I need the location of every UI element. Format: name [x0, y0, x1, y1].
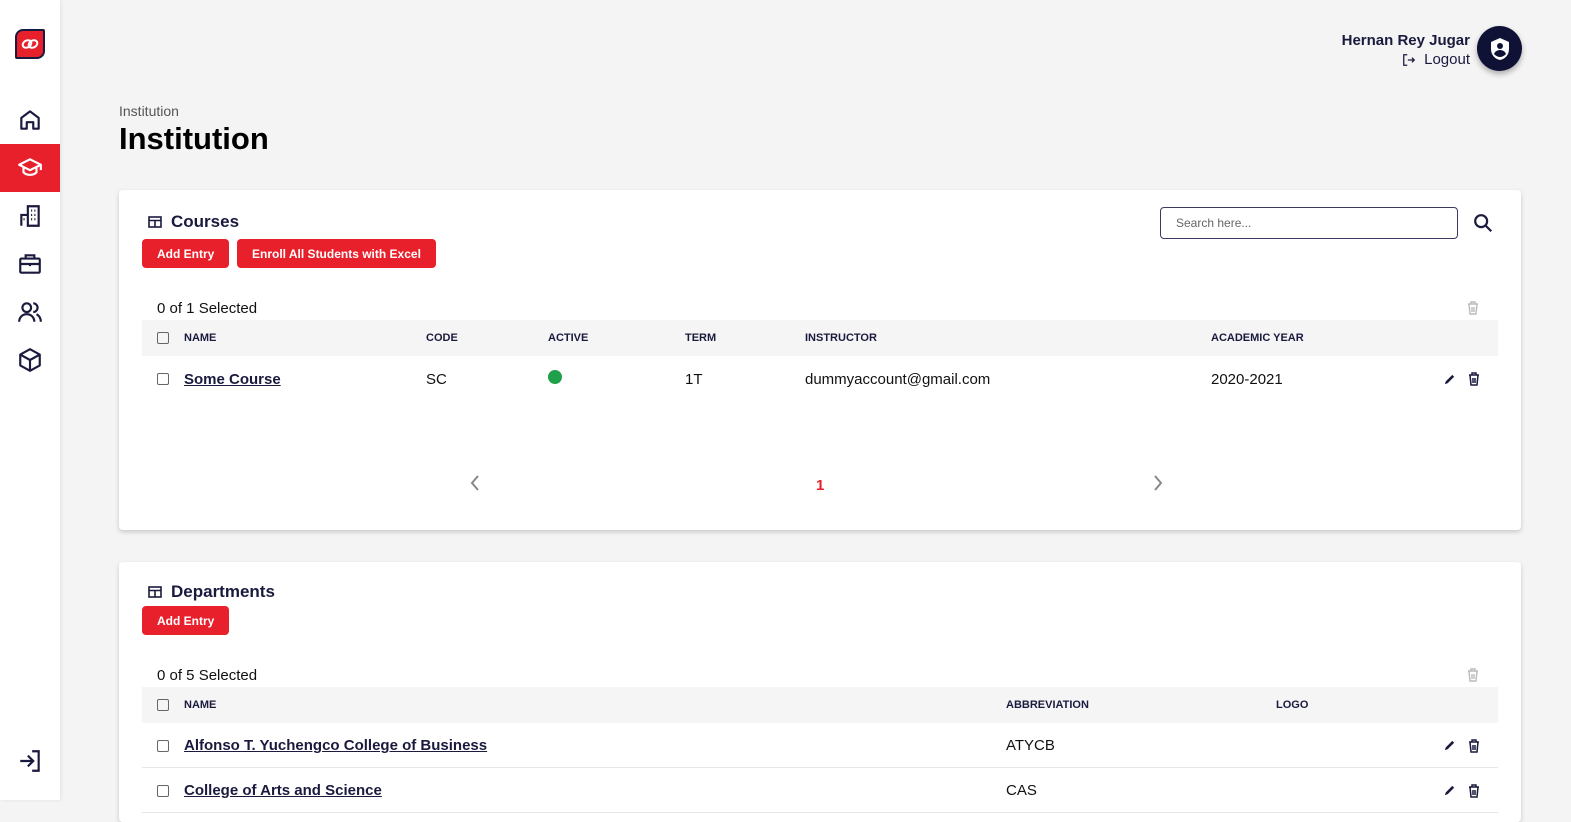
sidebar-item-institution[interactable] [0, 144, 60, 192]
table-icon [148, 586, 162, 598]
col-instructor[interactable]: INSTRUCTOR [805, 332, 1211, 344]
app-logo[interactable] [15, 29, 45, 59]
course-name-link[interactable]: Some Course [184, 371, 426, 388]
departments-card: Departments Add Entry 0 of 5 Selected NA… [119, 562, 1521, 822]
add-course-button[interactable]: Add Entry [142, 239, 230, 268]
courses-title-text: Courses [171, 212, 240, 231]
prev-page-icon[interactable] [469, 474, 481, 492]
sidebar-item-buildings[interactable] [0, 192, 60, 240]
selected-count: 0 of 1 Selected [157, 300, 258, 317]
add-department-button[interactable]: Add Entry [142, 606, 230, 635]
selected-count: 0 of 5 Selected [157, 667, 258, 684]
col-active[interactable]: ACTIVE [548, 332, 685, 344]
delete-icon[interactable] [1468, 372, 1480, 386]
enroll-excel-button[interactable]: Enroll All Students with Excel [237, 239, 436, 268]
row-checkbox[interactable] [157, 739, 169, 752]
logout-icon [20, 750, 40, 772]
user-menu: Hernan Rey Jugar Logout [1342, 32, 1470, 68]
select-all-checkbox[interactable] [157, 699, 169, 711]
building-icon [20, 205, 40, 227]
edit-icon[interactable] [1443, 739, 1456, 752]
department-name-link[interactable]: Alfonso T. Yuchengco College of Business [184, 737, 1006, 754]
departments-title: Departments [148, 582, 275, 602]
table-icon [148, 216, 162, 228]
departments-title-text: Departments [171, 582, 275, 601]
avatar[interactable] [1477, 26, 1522, 71]
delete-icon[interactable] [1468, 738, 1480, 753]
table-row: College of Arts and Science CAS [142, 769, 1498, 813]
sidebar-item-packages[interactable] [0, 336, 60, 384]
sidebar [0, 0, 60, 800]
link-logo-icon [21, 39, 39, 49]
select-all-checkbox[interactable] [157, 332, 169, 344]
courses-title: Courses [148, 212, 239, 232]
row-checkbox[interactable] [157, 373, 169, 385]
page-number[interactable]: 1 [816, 477, 824, 494]
departments-table-header: NAME ABBREVIATION LOGO [142, 687, 1498, 723]
sidebar-logout[interactable] [0, 737, 60, 785]
active-status-dot [548, 370, 562, 384]
users-icon [18, 302, 42, 322]
box-icon [19, 348, 41, 372]
table-row: Some Course SC 1T dummyaccount@gmail.com… [142, 357, 1498, 401]
col-code[interactable]: CODE [426, 332, 548, 344]
delete-icon[interactable] [1468, 783, 1480, 798]
courses-table-header: NAME CODE ACTIVE TERM INSTRUCTOR ACADEMI… [142, 320, 1498, 356]
edit-icon[interactable] [1443, 373, 1456, 386]
col-logo[interactable]: LOGO [1276, 699, 1376, 711]
col-abbreviation[interactable]: ABBREVIATION [1006, 699, 1276, 711]
department-abbr: ATYCB [1006, 737, 1055, 754]
col-name[interactable]: NAME [184, 699, 1006, 711]
home-icon [20, 110, 40, 130]
sidebar-item-home[interactable] [0, 96, 60, 144]
logout-label: Logout [1424, 51, 1470, 68]
col-term[interactable]: TERM [685, 332, 805, 344]
graduation-cap-icon [18, 158, 42, 176]
search-icon[interactable] [1472, 212, 1494, 234]
row-checkbox[interactable] [157, 784, 169, 797]
course-term: 1T [685, 370, 703, 388]
department-name-link[interactable]: College of Arts and Science [184, 782, 1006, 799]
bulk-delete-icon[interactable] [1467, 668, 1479, 682]
search-input[interactable] [1160, 207, 1458, 239]
bulk-delete-icon[interactable] [1467, 301, 1479, 315]
shield-user-icon [1490, 37, 1509, 60]
table-row: Alfonso T. Yuchengco College of Business… [142, 724, 1498, 768]
col-name[interactable]: NAME [184, 332, 426, 344]
sidebar-item-users[interactable] [0, 288, 60, 336]
department-abbr: CAS [1006, 782, 1037, 799]
sidebar-item-jobs[interactable] [0, 240, 60, 288]
logout-link[interactable]: Logout [1342, 51, 1470, 68]
course-year: 2020-2021 [1211, 370, 1283, 388]
briefcase-icon [19, 254, 41, 274]
course-active [548, 370, 685, 388]
logout-icon [1403, 53, 1416, 66]
course-code: SC [426, 370, 447, 388]
courses-card: Courses Add Entry Enroll All Students wi… [119, 190, 1521, 530]
col-academic-year[interactable]: ACADEMIC YEAR [1211, 332, 1411, 344]
page-title: Institution [119, 121, 269, 156]
breadcrumb[interactable]: Institution [119, 103, 179, 119]
user-name: Hernan Rey Jugar [1341, 32, 1470, 49]
next-page-icon[interactable] [1152, 474, 1164, 492]
edit-icon[interactable] [1443, 784, 1456, 797]
course-instructor: dummyaccount@gmail.com [805, 370, 991, 388]
